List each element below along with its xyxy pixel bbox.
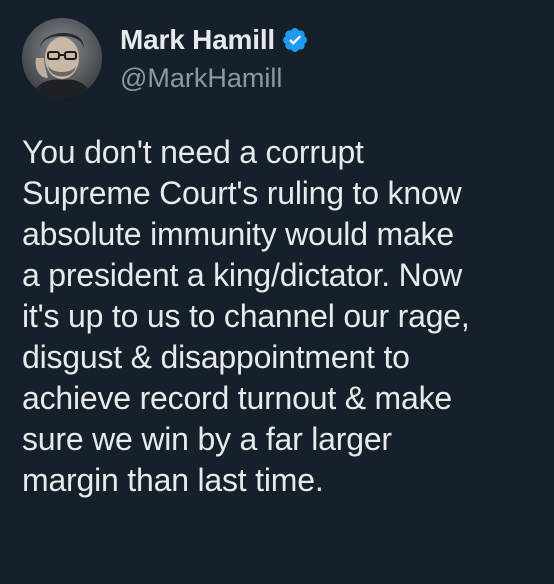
author-display-name[interactable]: Mark Hamill <box>120 24 275 56</box>
profile-photo-icon <box>22 18 102 98</box>
name-row: Mark Hamill <box>120 21 309 59</box>
verified-badge-icon <box>281 26 309 54</box>
author-identity: Mark Hamill @MarkHamill <box>120 21 309 94</box>
tweet-card: Mark Hamill @MarkHamill You don't need a… <box>0 0 554 584</box>
tweet-header: Mark Hamill @MarkHamill <box>22 18 532 98</box>
author-handle[interactable]: @MarkHamill <box>120 63 309 94</box>
tweet-text: You don't need a corrupt Supreme Court's… <box>22 134 470 498</box>
author-avatar[interactable] <box>22 18 102 98</box>
